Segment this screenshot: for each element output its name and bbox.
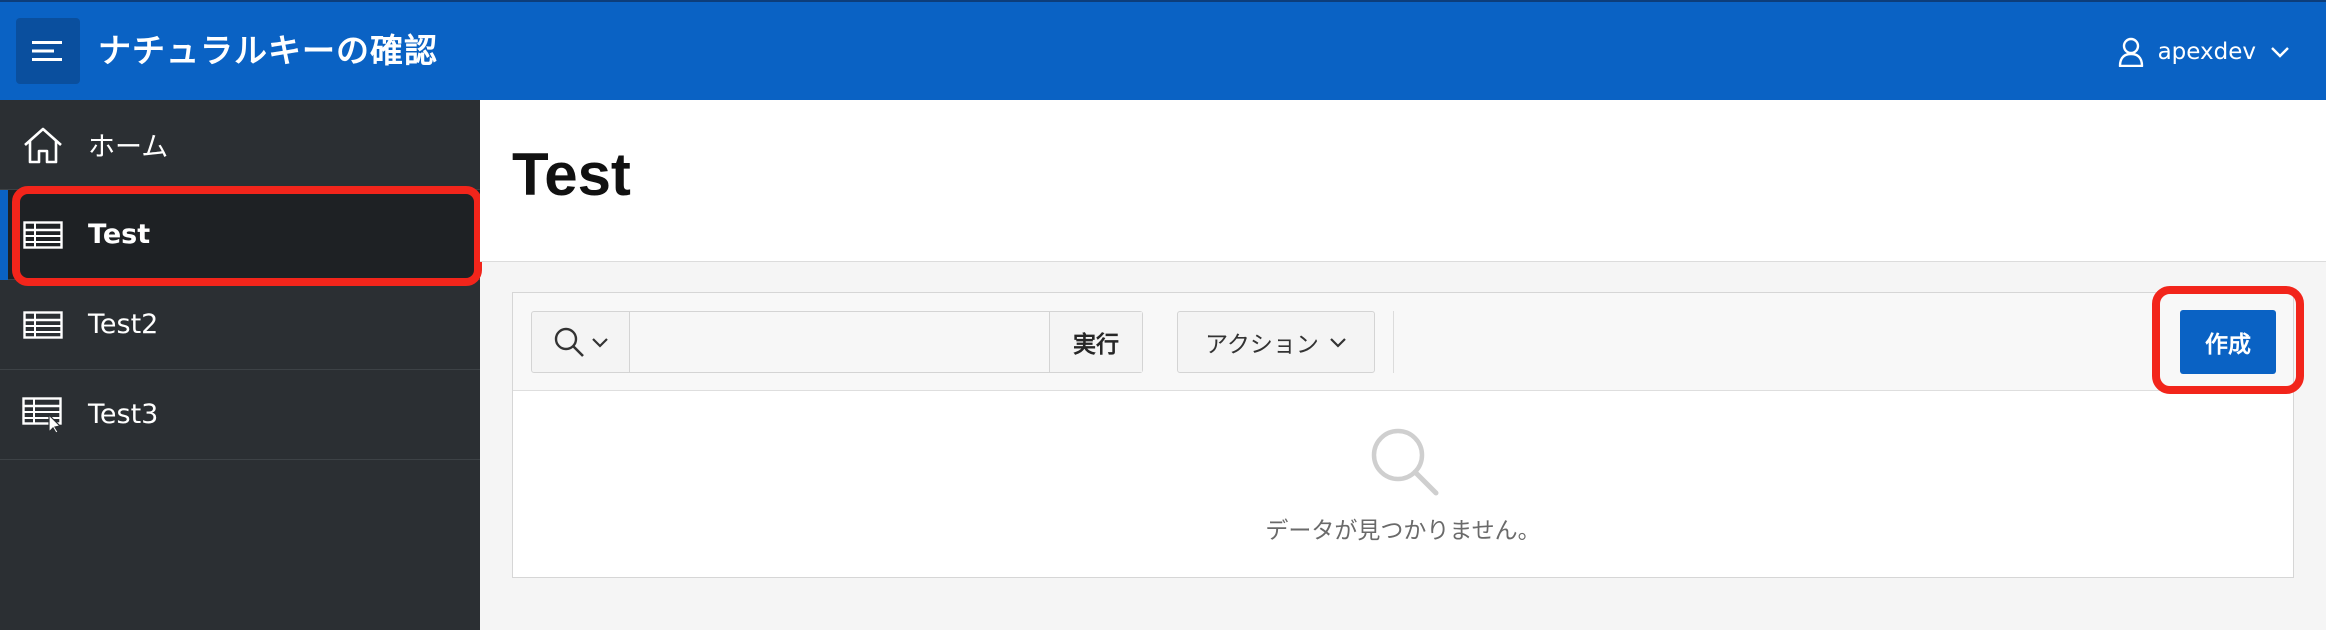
sidebar-nav: ホーム Test Test2 Test3	[0, 100, 480, 630]
active-indicator	[0, 190, 8, 280]
sidebar-item-label: ホーム	[88, 132, 169, 163]
sidebar-item-test2[interactable]: Test2	[0, 280, 480, 370]
interactive-report-region: 実行 アクション 作成 データが見つかりません。	[512, 292, 2294, 578]
chevron-down-icon	[1330, 337, 1346, 348]
table-icon	[22, 304, 64, 346]
report-toolbar: 実行 アクション 作成	[513, 293, 2293, 391]
go-button[interactable]: 実行	[1050, 312, 1142, 372]
search-input[interactable]	[630, 312, 1050, 372]
user-name: apexdev	[2157, 39, 2256, 65]
sidebar-item-label: Test3	[88, 399, 159, 430]
hamburger-menu-icon	[32, 41, 62, 61]
toolbar-separator	[1393, 311, 1394, 373]
app-header: ナチュラルキーの確認 apexdev	[0, 0, 2326, 100]
chevron-down-icon	[591, 337, 608, 348]
sidebar-item-label: Test2	[88, 309, 159, 340]
actions-menu-button[interactable]: アクション	[1177, 311, 1375, 373]
sidebar-item-test3[interactable]: Test3	[0, 370, 480, 460]
page-title: Test	[512, 141, 631, 208]
navigation-menu-button[interactable]	[16, 18, 80, 84]
annotation-highlight-box	[2152, 286, 2304, 394]
home-icon	[22, 124, 64, 166]
user-icon	[2118, 37, 2143, 67]
empty-state-message: データが見つかりません。	[1265, 518, 1541, 544]
sidebar-item-home[interactable]: ホーム	[0, 100, 480, 190]
chevron-down-icon	[2271, 47, 2289, 58]
table-cursor-icon	[22, 394, 64, 436]
search-column-menu-button[interactable]	[532, 312, 630, 372]
page-header: Test	[480, 100, 2326, 262]
app-title[interactable]: ナチュラルキーの確認	[98, 28, 438, 74]
search-icon	[554, 327, 584, 357]
user-menu[interactable]: apexdev	[2118, 32, 2290, 72]
search-bar: 実行	[531, 311, 1143, 373]
search-icon	[1371, 428, 1439, 496]
actions-label: アクション	[1205, 332, 1319, 358]
annotation-highlight-box	[12, 186, 482, 286]
